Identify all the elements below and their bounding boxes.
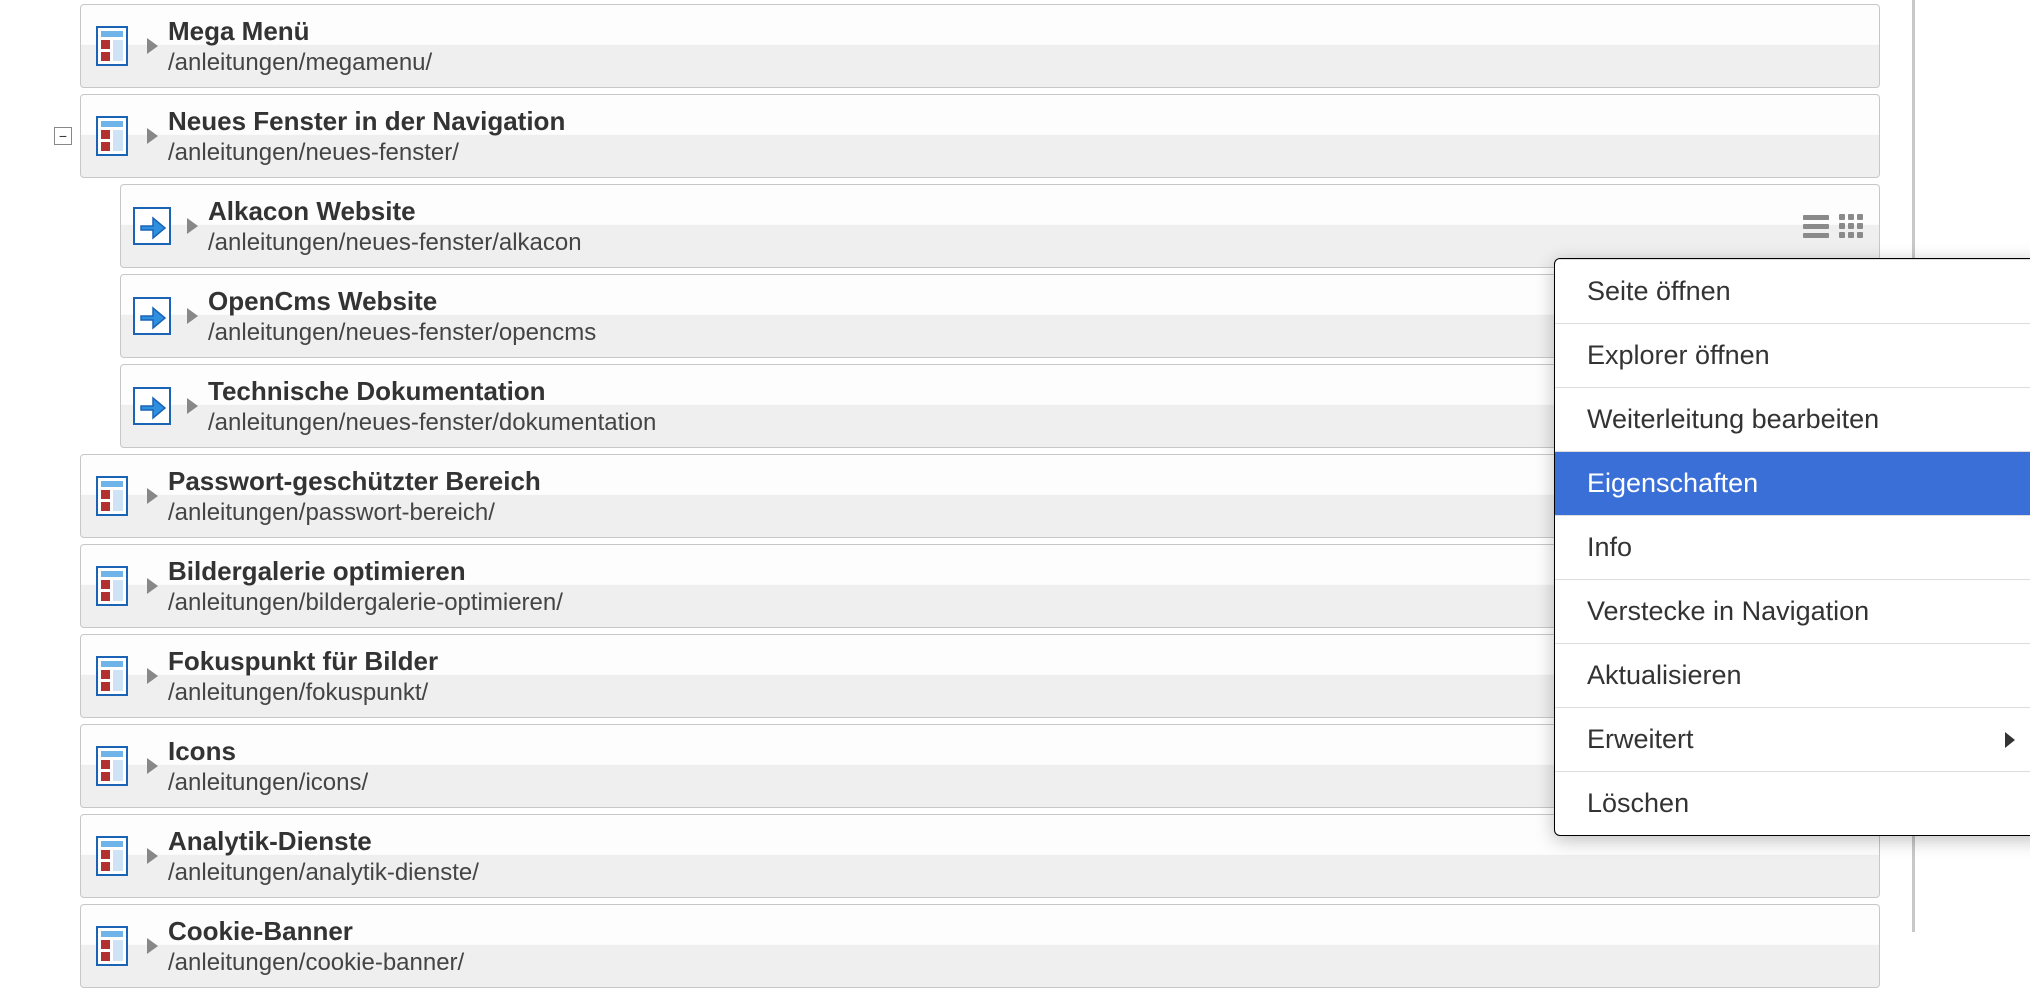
collapse-toggle[interactable]: − [54,127,72,145]
redirect-icon [131,381,173,431]
row-indent [0,274,120,358]
context-menu-item[interactable]: Erweitert [1555,707,2030,771]
menu-item-label: Erweitert [1587,724,1694,755]
page-icon [91,471,133,521]
item-path: /anleitungen/megamenu/ [168,49,1865,77]
expand-caret-icon[interactable] [187,398,198,414]
row-indent [0,454,80,538]
tree-row: Alkacon Website/anleitungen/neues-fenste… [0,184,1880,268]
redirect-icon [131,201,173,251]
row-indent [0,814,80,898]
menu-item-label: Weiterleitung bearbeiten [1587,404,1879,435]
menu-item-label: Explorer öffnen [1587,340,1770,371]
submenu-caret-icon [2005,732,2015,748]
page-icon [91,111,133,161]
context-menu-item[interactable]: Aktualisieren [1555,643,2030,707]
row-indent [0,904,80,988]
tree-item[interactable]: Alkacon Website/anleitungen/neues-fenste… [120,184,1880,268]
item-path: /anleitungen/neues-fenster/alkacon [208,229,1801,257]
redirect-icon [131,291,173,341]
expand-caret-icon[interactable] [147,668,158,684]
menu-item-label: Info [1587,532,1632,563]
row-indent [0,724,80,808]
row-texts: Cookie-Banner/anleitungen/cookie-banner/ [168,916,1865,977]
tree-item[interactable]: Mega Menü/anleitungen/megamenu/ [80,4,1880,88]
menu-icon[interactable] [1801,213,1831,240]
context-menu-item[interactable]: Explorer öffnen [1555,323,2030,387]
tree-row: Mega Menü/anleitungen/megamenu/ [0,4,1880,88]
page-icon [91,561,133,611]
context-menu-item[interactable]: Löschen [1555,771,2030,835]
menu-pointer-icon [1787,258,1815,259]
menu-item-label: Verstecke in Navigation [1587,596,1869,627]
menu-item-label: Aktualisieren [1587,660,1742,691]
expand-caret-icon[interactable] [187,218,198,234]
tree-item[interactable]: Cookie-Banner/anleitungen/cookie-banner/ [80,904,1880,988]
row-actions [1801,212,1865,240]
expand-caret-icon[interactable] [187,308,198,324]
row-texts: Neues Fenster in der Navigation/anleitun… [168,106,1865,167]
row-indent [0,544,80,628]
page-icon [91,651,133,701]
item-title: Neues Fenster in der Navigation [168,106,1865,137]
page-icon [91,741,133,791]
expand-caret-icon[interactable] [147,938,158,954]
item-path: /anleitungen/cookie-banner/ [168,949,1865,977]
context-menu-item[interactable]: Weiterleitung bearbeiten [1555,387,2030,451]
expand-caret-icon[interactable] [147,128,158,144]
row-indent [0,184,120,268]
context-menu-item[interactable]: Eigenschaften [1555,451,2030,515]
page-icon [91,21,133,71]
expand-caret-icon[interactable] [147,578,158,594]
row-indent [0,634,80,718]
tree-item[interactable]: Neues Fenster in der Navigation/anleitun… [80,94,1880,178]
item-title: Mega Menü [168,16,1865,47]
row-indent: − [0,94,80,178]
expand-caret-icon[interactable] [147,38,158,54]
expand-caret-icon[interactable] [147,758,158,774]
item-title: Cookie-Banner [168,916,1865,947]
tree-row: − Neues Fenster in der Navigation/anleitu… [0,94,1880,178]
page-icon [91,831,133,881]
row-indent [0,4,80,88]
expand-caret-icon[interactable] [147,848,158,864]
item-title: Alkacon Website [208,196,1801,227]
context-menu-item[interactable]: Seite öffnen [1555,259,2030,323]
tree-row: Cookie-Banner/anleitungen/cookie-banner/ [0,904,1880,988]
menu-item-label: Seite öffnen [1587,276,1731,307]
item-path: /anleitungen/analytik-dienste/ [168,859,1865,887]
menu-item-label: Löschen [1587,788,1689,819]
row-texts: Alkacon Website/anleitungen/neues-fenste… [208,196,1801,257]
expand-caret-icon[interactable] [147,488,158,504]
page-icon [91,921,133,971]
context-menu-item[interactable]: Info [1555,515,2030,579]
grid-icon[interactable] [1837,212,1865,240]
context-menu-item[interactable]: Verstecke in Navigation [1555,579,2030,643]
menu-item-label: Eigenschaften [1587,468,1758,499]
context-menu: Seite öffnen Explorer öffnen Weiterleitung… [1554,258,2030,836]
row-indent [0,364,120,448]
item-path: /anleitungen/neues-fenster/ [168,139,1865,167]
row-texts: Mega Menü/anleitungen/megamenu/ [168,16,1865,77]
